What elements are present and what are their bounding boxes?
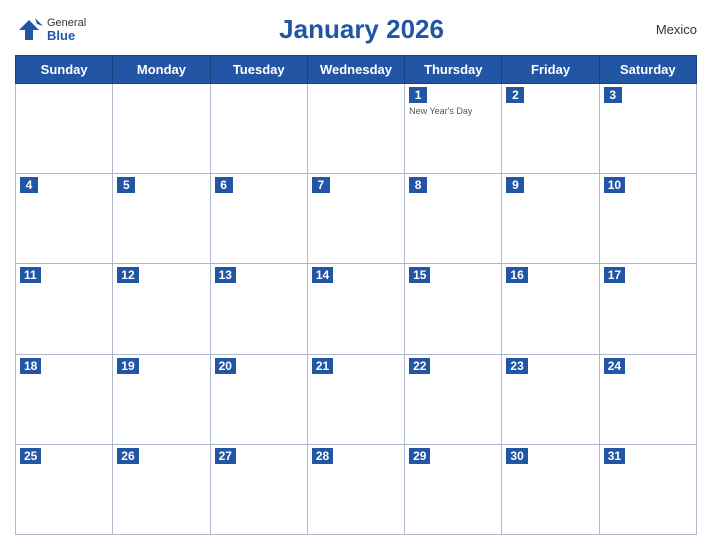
day-number: 25 — [20, 448, 41, 464]
day-number: 28 — [312, 448, 333, 464]
calendar-day-cell: 9 — [502, 174, 599, 264]
calendar-day-cell: 26 — [113, 444, 210, 534]
calendar-day-cell — [113, 84, 210, 174]
calendar-day-cell: 16 — [502, 264, 599, 354]
calendar-week-row: 1 New Year's Day 2 3 — [16, 84, 697, 174]
day-number: 11 — [20, 267, 41, 283]
day-number: 31 — [604, 448, 625, 464]
weekday-header: Friday — [502, 56, 599, 84]
weekday-header: Monday — [113, 56, 210, 84]
day-number: 4 — [20, 177, 38, 193]
calendar-day-cell: 23 — [502, 354, 599, 444]
day-number: 15 — [409, 267, 430, 283]
calendar-day-cell: 5 — [113, 174, 210, 264]
page-title: January 2026 — [86, 14, 637, 45]
day-number: 7 — [312, 177, 330, 193]
calendar-day-cell: 20 — [210, 354, 307, 444]
calendar-header: General Blue January 2026 Mexico — [15, 10, 697, 49]
calendar-day-cell: 19 — [113, 354, 210, 444]
calendar-day-cell: 7 — [307, 174, 404, 264]
calendar-day-cell: 14 — [307, 264, 404, 354]
country-label: Mexico — [637, 22, 697, 37]
calendar-day-cell: 11 — [16, 264, 113, 354]
weekday-header: Sunday — [16, 56, 113, 84]
calendar-header-row: SundayMondayTuesdayWednesdayThursdayFrid… — [16, 56, 697, 84]
day-number: 3 — [604, 87, 622, 103]
calendar-day-cell: 24 — [599, 354, 696, 444]
day-number: 12 — [117, 267, 138, 283]
calendar-day-cell: 18 — [16, 354, 113, 444]
logo: General Blue — [15, 16, 86, 44]
logo-blue: Blue — [47, 29, 86, 42]
calendar-day-cell: 28 — [307, 444, 404, 534]
day-number: 6 — [215, 177, 233, 193]
day-number: 17 — [604, 267, 625, 283]
day-number: 23 — [506, 358, 527, 374]
calendar-day-cell: 27 — [210, 444, 307, 534]
calendar-week-row: 11 12 13 14 15 16 17 — [16, 264, 697, 354]
day-number: 22 — [409, 358, 430, 374]
calendar-day-cell: 4 — [16, 174, 113, 264]
weekday-header: Tuesday — [210, 56, 307, 84]
calendar-day-cell: 25 — [16, 444, 113, 534]
logo-text: General Blue — [47, 18, 86, 42]
day-number: 19 — [117, 358, 138, 374]
day-number: 10 — [604, 177, 625, 193]
day-number: 13 — [215, 267, 236, 283]
day-number: 5 — [117, 177, 135, 193]
day-number: 20 — [215, 358, 236, 374]
calendar-table: SundayMondayTuesdayWednesdayThursdayFrid… — [15, 55, 697, 535]
calendar-day-cell — [307, 84, 404, 174]
calendar-day-cell: 15 — [405, 264, 502, 354]
calendar-day-cell: 6 — [210, 174, 307, 264]
calendar-day-cell: 22 — [405, 354, 502, 444]
day-number: 24 — [604, 358, 625, 374]
calendar-day-cell: 12 — [113, 264, 210, 354]
logo-bird-icon — [15, 16, 43, 44]
weekday-header: Thursday — [405, 56, 502, 84]
day-number: 1 — [409, 87, 427, 103]
day-number: 14 — [312, 267, 333, 283]
calendar-day-cell: 3 — [599, 84, 696, 174]
day-number: 30 — [506, 448, 527, 464]
logo-general: General — [47, 18, 86, 29]
calendar-day-cell: 29 — [405, 444, 502, 534]
calendar-day-cell: 17 — [599, 264, 696, 354]
calendar-week-row: 25 26 27 28 29 30 31 — [16, 444, 697, 534]
calendar-day-cell: 21 — [307, 354, 404, 444]
calendar-day-cell — [16, 84, 113, 174]
weekday-header: Wednesday — [307, 56, 404, 84]
day-number: 2 — [506, 87, 524, 103]
day-number: 26 — [117, 448, 138, 464]
calendar-day-cell: 1 New Year's Day — [405, 84, 502, 174]
day-number: 18 — [20, 358, 41, 374]
calendar-week-row: 18 19 20 21 22 23 24 — [16, 354, 697, 444]
weekday-header: Saturday — [599, 56, 696, 84]
calendar-day-cell: 31 — [599, 444, 696, 534]
day-number: 29 — [409, 448, 430, 464]
calendar-week-row: 4 5 6 7 8 9 10 — [16, 174, 697, 264]
calendar-day-cell: 10 — [599, 174, 696, 264]
calendar-day-cell: 8 — [405, 174, 502, 264]
calendar-day-cell — [210, 84, 307, 174]
day-number: 16 — [506, 267, 527, 283]
holiday-label: New Year's Day — [409, 106, 497, 116]
day-number: 21 — [312, 358, 333, 374]
day-number: 27 — [215, 448, 236, 464]
calendar-day-cell: 30 — [502, 444, 599, 534]
calendar-day-cell: 2 — [502, 84, 599, 174]
calendar-day-cell: 13 — [210, 264, 307, 354]
day-number: 8 — [409, 177, 427, 193]
day-number: 9 — [506, 177, 524, 193]
